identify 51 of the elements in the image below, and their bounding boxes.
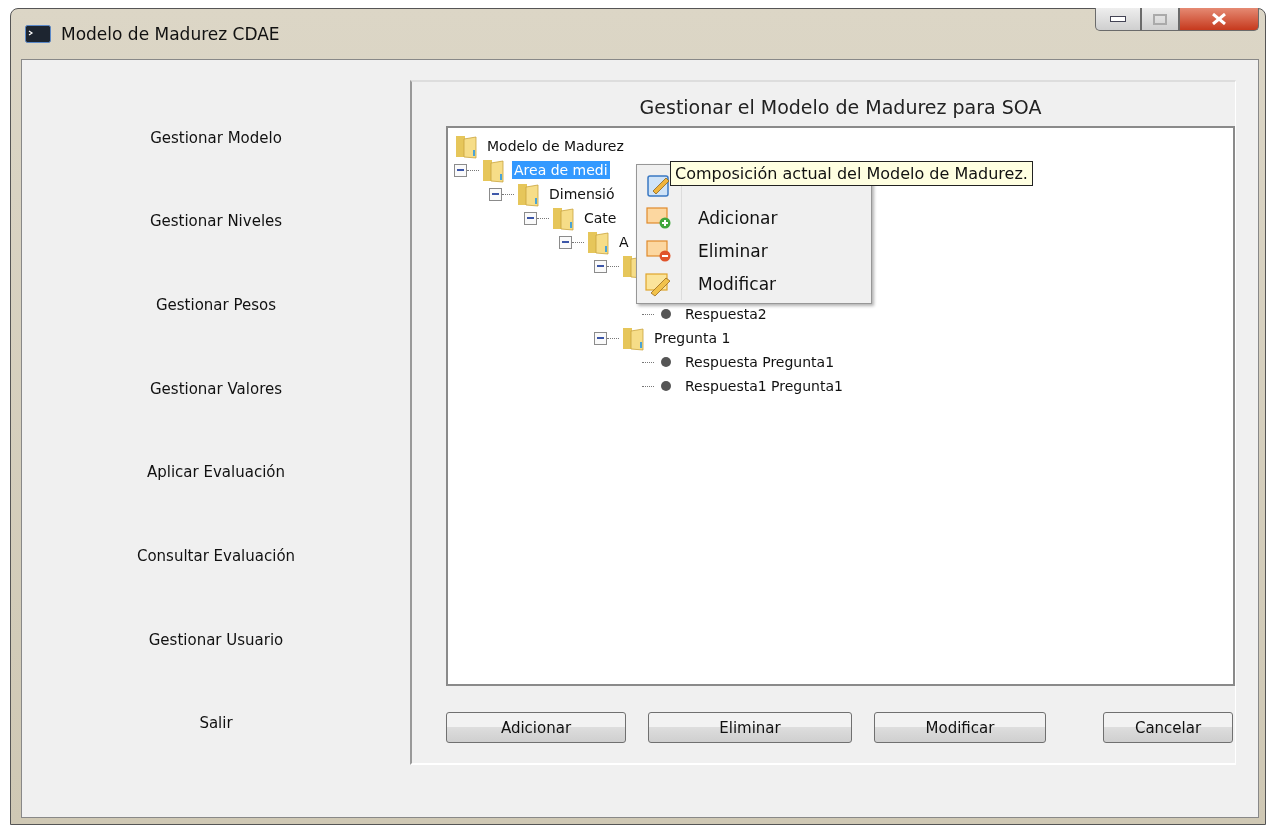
edit-icon — [645, 270, 673, 297]
menu-item[interactable]: Adicionar — [698, 207, 778, 228]
bullet-icon — [660, 380, 672, 392]
bullet-icon — [660, 308, 672, 320]
tree-item[interactable]: Respuesta2 — [683, 305, 769, 323]
tree-item[interactable]: Respuesta Pregunta1 — [683, 353, 837, 371]
folder-icon — [621, 325, 647, 351]
panel-title: Gestionar el Modelo de Madurez para SOA — [638, 96, 1043, 118]
action-button[interactable]: Adicionar — [446, 712, 626, 743]
sidebar-item[interactable]: Gestionar Valores — [149, 379, 282, 398]
folder-icon — [551, 205, 577, 231]
collapse-toggle[interactable] — [594, 259, 607, 273]
action-button[interactable]: Eliminar — [648, 712, 852, 743]
action-button[interactable]: Modificar — [874, 712, 1046, 743]
window-title: Modelo de Madurez CDAE — [61, 24, 280, 44]
collapse-toggle[interactable] — [454, 163, 467, 177]
collapse-toggle[interactable] — [559, 235, 572, 249]
tree-item[interactable]: Respuesta1 Pregunta1 — [683, 377, 845, 395]
tree-item[interactable]: Dimensió — [547, 185, 617, 203]
sidebar-item[interactable]: Consultar Evaluación — [136, 546, 296, 565]
folder-icon — [516, 181, 542, 207]
folder-icon — [586, 229, 612, 255]
bullet-icon — [660, 356, 672, 368]
sidebar-item[interactable]: Gestionar Niveles — [149, 212, 283, 231]
maximize-button[interactable] — [1141, 8, 1179, 31]
menu-item[interactable]: Modificar — [698, 273, 777, 294]
collapse-toggle[interactable] — [489, 187, 502, 201]
collapse-toggle[interactable] — [524, 211, 537, 225]
minimize-button[interactable] — [1095, 8, 1141, 31]
collapse-toggle[interactable] — [594, 331, 607, 345]
console-icon — [25, 25, 51, 43]
remove-icon — [646, 238, 672, 263]
maximize-icon — [1153, 13, 1167, 25]
close-icon — [1210, 13, 1228, 25]
tooltip: Composición actual del Modelo de Madurez. — [670, 161, 1033, 186]
sidebar-item[interactable]: Gestionar Usuario — [148, 630, 284, 649]
sidebar-item[interactable]: Aplicar Evaluación — [147, 463, 285, 482]
tree-item[interactable]: A — [617, 233, 631, 251]
sidebar-item[interactable]: Gestionar Pesos — [155, 296, 277, 315]
tree-item[interactable]: Modelo de Madurez — [485, 137, 626, 155]
tree-item[interactable]: Cate — [582, 209, 619, 227]
tree-item[interactable]: Pregunta 1 — [652, 329, 733, 347]
sidebar-item[interactable]: Gestionar Modelo — [150, 128, 282, 147]
menu-item[interactable]: Eliminar — [698, 240, 768, 261]
folder-icon — [481, 157, 507, 183]
cancel-button[interactable]: Cancelar — [1103, 712, 1233, 743]
minimize-icon — [1110, 16, 1126, 22]
sidebar-item[interactable]: Salir — [199, 714, 233, 733]
add-icon — [646, 205, 672, 230]
folder-icon — [454, 133, 480, 159]
close-button[interactable] — [1179, 8, 1259, 31]
